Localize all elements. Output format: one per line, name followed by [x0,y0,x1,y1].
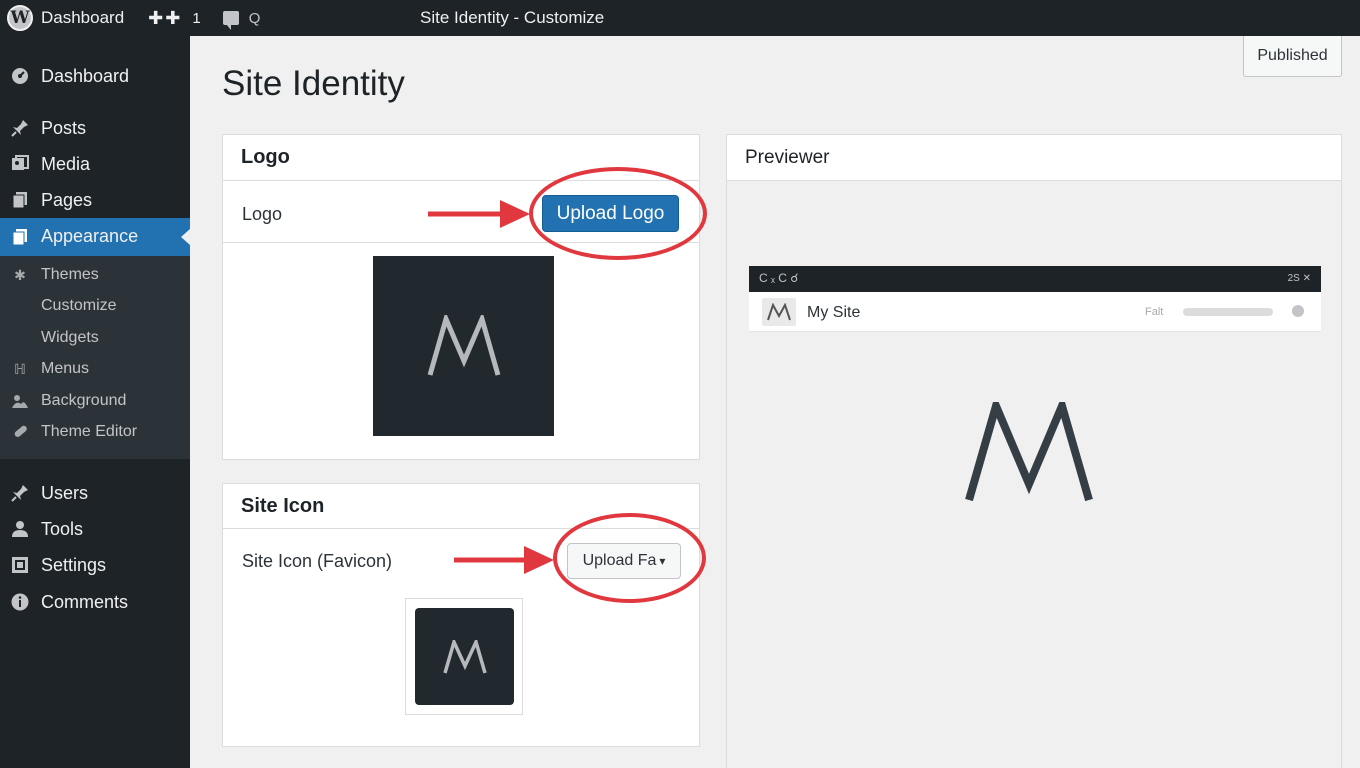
favicon-preview [415,608,514,705]
published-button[interactable]: Published [1243,36,1342,77]
annotation-circle-favicon [553,513,706,603]
sidebar-item-label: Posts [41,117,87,138]
wordpress-logo-icon[interactable]: W [7,5,33,31]
previewer-heading: Previewer [727,135,1341,181]
window-title: Site Identity - Customize [420,8,605,27]
sidebar-item-label: Tools [41,518,84,539]
sidebar-item-label: Dashboard [41,65,130,86]
pin-icon [10,118,30,138]
preview-site-icon [762,298,796,326]
sidebar-item-label: Users [41,482,89,503]
logo-preview [373,256,554,436]
sidebar-item-label: Comments [41,591,129,612]
m-logo-icon [427,315,500,376]
sidebar-item-label: Settings [41,554,107,575]
brush-icon [10,227,30,247]
preview-site-header: My Site Falt [749,292,1321,332]
sidebar-item-label: Media [41,153,91,174]
submenu-item-label: Background [41,392,127,409]
page-title: Site Identity [222,64,405,103]
sidebar-item-dashboard[interactable]: Dashboard [0,64,190,88]
gear-icon: ✱ [14,266,26,283]
m-logo-icon [442,639,487,673]
sidebar-item-posts[interactable]: Posts [0,116,190,140]
preview-nav-text: Falt [1145,306,1164,318]
background-icon [11,392,29,410]
admin-sidebar: Dashboard Posts Media Pages Appearance ✱… [0,36,190,768]
preview-m-logo-icon [965,402,1093,502]
sidebar-item-pages[interactable]: Pages [0,188,190,212]
sidebar-item-tools[interactable]: Tools [0,517,190,541]
preview-bar-icons: C ₓ C ☌ [759,271,799,285]
preview-search-bar [1183,308,1273,316]
sidebar-item-settings[interactable]: Settings [0,553,190,577]
new-content-icon[interactable]: ✚✚ [148,8,182,29]
updates-count[interactable]: 1 [192,10,200,27]
submenu-item-themes[interactable]: ✱ Themes [0,266,190,288]
sidebar-item-label: Appearance [41,226,139,246]
logo-row-label: Logo [242,204,283,224]
user-icon [10,519,30,539]
media-icon [10,154,30,174]
preview-site-body [749,332,1321,590]
settings-icon [10,555,30,575]
sidebar-item-media[interactable]: Media [0,152,190,176]
pin-icon [10,483,30,503]
sidebar-item-appearance[interactable]: Appearance [0,218,190,256]
admin-bar: W Dashboard ✚✚ 1 Q Site Identity - Custo… [0,0,1360,36]
sidebar-item-label: Pages [41,189,93,210]
submenu-item-label: Theme Editor [41,423,138,440]
submenu-item-label: Customize [41,297,117,314]
menus-icon: ℍ [14,360,26,377]
comment-icon[interactable] [222,11,239,30]
wrench-icon [11,423,29,441]
preview-bar-controls: 2S ✕ [1287,273,1311,284]
submenu-item-widgets[interactable]: Widgets [0,329,190,351]
submenu-item-label: Widgets [41,329,99,346]
submenu-item-background[interactable]: Background [0,392,190,414]
preview-avatar-icon [1292,305,1304,317]
adminbar-dashboard-link[interactable]: Dashboard [41,8,124,28]
annotation-circle-logo [529,167,707,260]
sidebar-item-users[interactable]: Users [0,481,190,505]
preview-site-name: My Site [807,304,861,321]
annotation-arrow-logo [428,200,530,228]
annotation-arrow-favicon [454,546,554,574]
search-icon[interactable]: Q [249,10,261,27]
info-icon [10,592,30,612]
dashboard-icon [10,66,30,86]
submenu-item-label: Menus [41,360,90,377]
submenu-item-menus[interactable]: ℍ Menus [0,360,190,382]
pages-icon [10,190,30,210]
submenu-item-theme-editor[interactable]: Theme Editor [0,423,190,445]
sidebar-item-comments[interactable]: Comments [0,590,190,614]
submenu-item-customize[interactable]: Customize [0,297,190,319]
preview-browser-bar: C ₓ C ☌ 2S ✕ [749,266,1321,292]
site-icon-row-label: Site Icon (Favicon) [242,551,393,571]
submenu-item-label: Themes [41,266,99,283]
